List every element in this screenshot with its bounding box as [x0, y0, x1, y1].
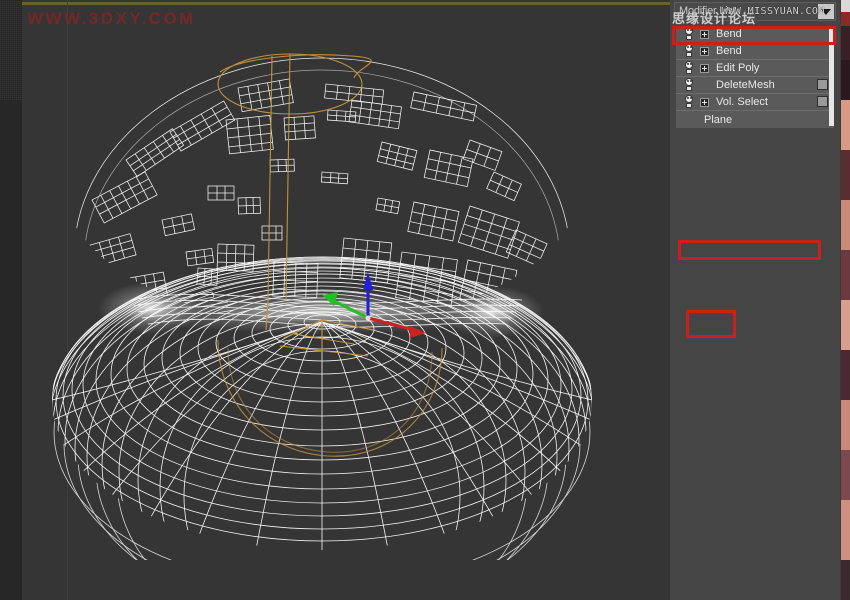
stack-item-label: Edit Poly — [716, 62, 759, 74]
stack-base-object[interactable]: Plane — [676, 111, 834, 128]
lightbulb-icon[interactable] — [682, 27, 696, 41]
viewport-scene-wireframe — [22, 0, 670, 600]
watermark-3dxy: WWW.3DXY.COM — [27, 9, 196, 29]
stack-item-edit-poly[interactable]: Edit Poly — [676, 60, 834, 77]
stack-item-label: Bend — [716, 45, 742, 57]
stack-item-bend-1[interactable]: Bend — [676, 26, 834, 43]
expand-plus-icon[interactable] — [700, 64, 709, 73]
base-object-label: Plane — [704, 114, 732, 126]
stack-item-label: Vol. Select — [716, 96, 768, 108]
lightbulb-icon[interactable] — [682, 61, 696, 75]
modifier-stack[interactable]: Bend Bend Edit Poly DeleteMesh — [676, 26, 834, 126]
stack-item-delete-mesh[interactable]: DeleteMesh — [676, 77, 834, 94]
left-gutter — [0, 0, 22, 600]
stack-item-label: Bend — [716, 28, 742, 40]
right-edge-strip — [841, 0, 850, 600]
gutter-texture — [0, 0, 22, 100]
stack-item-checkbox[interactable] — [817, 79, 828, 90]
stack-item-vol-select[interactable]: Vol. Select — [676, 94, 834, 111]
lightbulb-icon[interactable] — [682, 95, 696, 109]
viewport-perspective[interactable]: WWW.3DXY.COM — [22, 0, 670, 600]
expand-plus-icon[interactable] — [700, 47, 709, 56]
lightbulb-icon[interactable] — [682, 44, 696, 58]
stack-item-label: DeleteMesh — [716, 79, 775, 91]
stack-item-bend-2[interactable]: Bend — [676, 43, 834, 60]
stack-scrollbar[interactable] — [829, 26, 834, 126]
max-window: WWW.3DXY.COM Modifier List 思缘设计论坛 WWW.MI… — [0, 0, 850, 600]
expand-plus-icon[interactable] — [700, 98, 709, 107]
expand-plus-icon[interactable] — [700, 30, 709, 39]
stack-item-checkbox[interactable] — [817, 96, 828, 107]
watermark-missyuan: WWW.MISSYUAN.COM — [722, 6, 850, 22]
lightbulb-icon[interactable] — [682, 78, 696, 92]
